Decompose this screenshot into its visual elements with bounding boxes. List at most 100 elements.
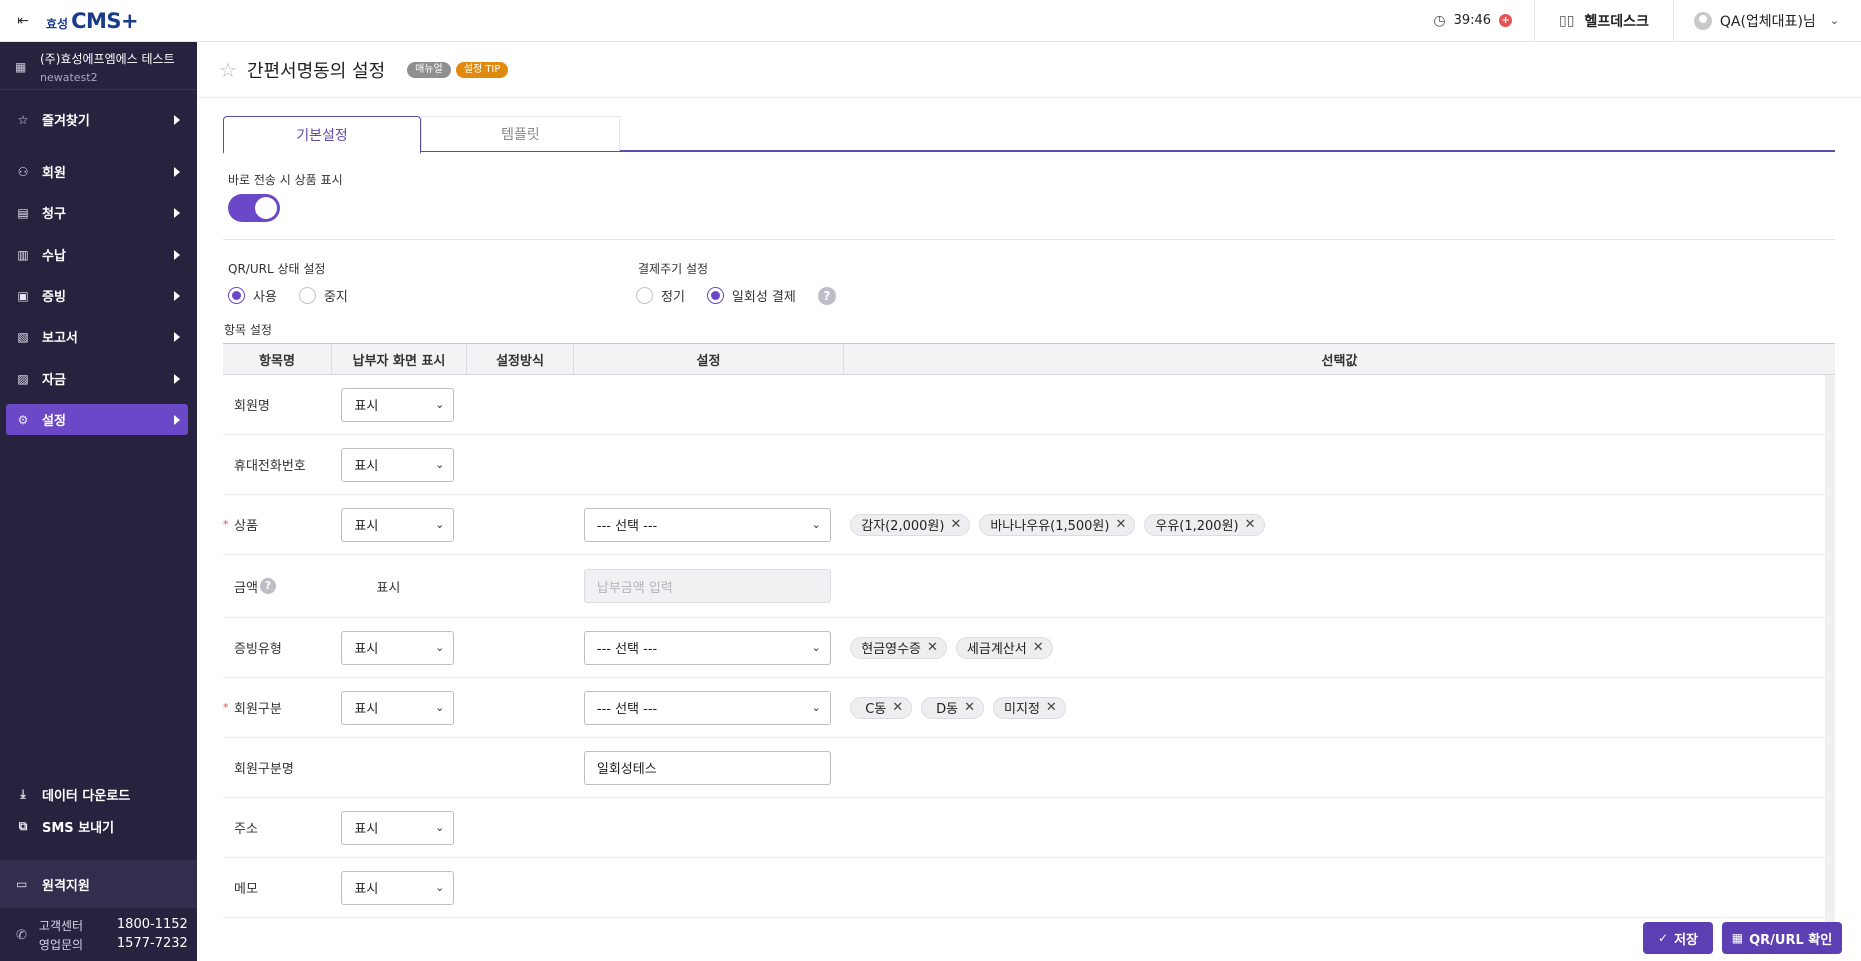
display-select[interactable]: 표시 ⌄ — [341, 630, 455, 665]
logo[interactable]: 효성 CMS+ — [46, 9, 139, 33]
display-select[interactable]: 표시 ⌄ — [341, 507, 455, 542]
company-name: (주)효성에프엠에스 테스트 — [40, 52, 175, 66]
value-tag: 감자(2,000원) ✕ — [850, 513, 971, 536]
row-name: 증빙유형 — [234, 642, 282, 657]
building-icon: ▦ — [15, 60, 27, 74]
data-download-link[interactable]: ⤓ 데이터 다운로드 — [6, 780, 188, 808]
table-row: 메모 표시 ⌄ — [223, 858, 1825, 918]
sidebar-item-settings[interactable]: ⚙ 설정 — [6, 404, 188, 435]
qr-status-stop-radio[interactable]: 중지 — [298, 286, 348, 305]
help-icon[interactable]: ? — [259, 578, 276, 594]
remove-icon[interactable]: ✕ — [950, 517, 961, 532]
tip-badge[interactable]: 설정 TIP — [455, 61, 509, 78]
table-row: 휴대전화번호 표시 ⌄ — [223, 435, 1825, 495]
tab-template[interactable]: 템플릿 — [421, 116, 620, 151]
chevron-down-icon: ⌄ — [811, 517, 821, 531]
display-static: 표시 — [376, 580, 401, 596]
remove-icon[interactable]: ✕ — [964, 700, 975, 715]
tab-basic-settings[interactable]: 기본설정 — [223, 116, 421, 154]
page-header: ☆ 간편서명동의 설정 매뉴얼 설정 TIP — [197, 42, 1861, 98]
company-selector[interactable]: ▦ (주)효성에프엠에스 테스트 newatest2 — [0, 42, 197, 90]
cycle-regular-radio[interactable]: 정기 — [636, 286, 685, 305]
remove-icon[interactable]: ✕ — [1115, 517, 1126, 532]
display-select[interactable]: 표시 ⌄ — [341, 870, 455, 905]
chevron-down-icon: ⌄ — [1829, 14, 1839, 27]
value-tag: 현금영수증 ✕ — [850, 636, 947, 659]
setting-select[interactable]: --- 선택 --- ⌄ — [583, 690, 831, 725]
download-icon: ⤓ — [20, 786, 26, 801]
sidebar-item-funds[interactable]: ▨ 자금 — [6, 363, 188, 394]
helpdesk-link[interactable]: ▯▯ 헬프데스크 — [1535, 0, 1674, 42]
row-name: 주소 — [234, 822, 258, 837]
contact-info: ✆ 고객센터 1800-1152 영업문의 1577-7232 — [16, 917, 188, 952]
remove-icon[interactable]: ✕ — [1033, 640, 1044, 655]
save-button[interactable]: ✓ 저장 — [1643, 922, 1713, 954]
required-mark: * — [223, 517, 229, 531]
qr-status-radio-group: 사용 중지 — [228, 286, 370, 305]
favorite-star-icon[interactable]: ☆ — [219, 58, 237, 82]
sidebar: ▦ (주)효성에프엠에스 테스트 newatest2 ☆ 즐겨찾기 ⚇ 회원 ▤… — [0, 42, 197, 961]
display-select[interactable]: 표시 ⌄ — [341, 387, 455, 422]
row-name: 회원명 — [234, 399, 270, 414]
sidebar-item-reports[interactable]: ▧ 보고서 — [6, 321, 188, 352]
qr-status-use-radio[interactable]: 사용 — [228, 286, 277, 305]
caret-right-icon — [174, 414, 180, 425]
member-group-name-input[interactable]: 일회성테스 — [583, 750, 831, 785]
table-row: 증빙유형 표시 ⌄ --- 선택 --- ⌄ 현금영수증 ✕ 세금계산서 ✕ — [223, 618, 1825, 678]
value-tag: 바나나우유(1,500원) ✕ — [979, 513, 1136, 536]
remove-icon[interactable]: ✕ — [892, 700, 903, 715]
remove-icon[interactable]: ✕ — [927, 640, 938, 655]
sms-icon: ⧉ — [18, 818, 28, 833]
caret-right-icon — [174, 249, 180, 260]
history-icon: ◷ — [1433, 12, 1446, 29]
qr-url-check-button[interactable]: ▦ QR/URL 확인 — [1722, 922, 1842, 954]
chevron-down-icon: ⌄ — [811, 700, 821, 714]
table-row: 회원구분명 일회성테스 — [223, 738, 1825, 798]
row-name: 회원구분 — [234, 702, 282, 717]
bill-icon: ▤ — [17, 205, 29, 220]
chevron-down-icon: ⌄ — [435, 457, 445, 471]
report-icon: ▧ — [17, 329, 29, 344]
row-name: 금액 — [234, 580, 258, 596]
display-select[interactable]: 표시 ⌄ — [341, 447, 455, 482]
qr-icon: ▦ — [1731, 931, 1744, 945]
collapse-menu-icon[interactable]: ⇤ — [0, 0, 46, 42]
required-mark: * — [223, 700, 229, 714]
table-row: 주소 표시 ⌄ — [223, 798, 1825, 858]
sidebar-item-billing[interactable]: ▤ 청구 — [6, 197, 188, 228]
star-icon: ☆ — [17, 112, 29, 127]
row-name: 상품 — [234, 519, 258, 534]
help-icon[interactable]: ? — [817, 286, 836, 305]
extend-session-button[interactable]: + — [1499, 14, 1513, 27]
sidebar-item-members[interactable]: ⚇ 회원 — [6, 156, 188, 187]
remove-icon[interactable]: ✕ — [1245, 517, 1256, 532]
value-tag: C동 ✕ — [850, 696, 913, 719]
manual-badge[interactable]: 매뉴얼 — [407, 61, 451, 78]
gear-icon: ⚙ — [17, 412, 29, 427]
display-select[interactable]: 표시 ⌄ — [341, 690, 455, 725]
sidebar-item-proof[interactable]: ▣ 증빙 — [6, 280, 188, 311]
payment-cycle-label: 결제주기 설정 — [638, 262, 709, 276]
sidebar-item-favorites[interactable]: ☆ 즐겨찾기 — [6, 104, 188, 135]
sidebar-item-collection[interactable]: ▥ 수납 — [6, 239, 188, 270]
session-time: 39:46 — [1453, 13, 1492, 28]
calculator-icon: ▥ — [17, 247, 29, 262]
items-setting-label: 항목 설정 — [224, 323, 272, 337]
table-row: * 상품 표시 ⌄ --- 선택 --- ⌄ 감자(2,000원) ✕ 바나나우유(1,… — [223, 495, 1825, 555]
cycle-onetime-radio[interactable]: 일회성 결제 — [706, 286, 796, 305]
remove-icon[interactable]: ✕ — [1046, 700, 1057, 715]
product-display-toggle[interactable] — [228, 194, 280, 222]
display-select[interactable]: 표시 ⌄ — [341, 810, 455, 845]
send-sms-link[interactable]: ⧉ SMS 보내기 — [6, 812, 188, 840]
divider — [223, 239, 1835, 240]
setting-select[interactable]: --- 선택 --- ⌄ — [583, 507, 831, 542]
remote-support-link[interactable]: ▭ 원격지원 — [0, 860, 197, 908]
amount-input[interactable]: 납부금액 입력 — [583, 569, 831, 603]
remote-icon: ▭ — [16, 877, 28, 891]
caret-right-icon — [174, 331, 180, 342]
user-menu[interactable]: QA(업체대표)님 ⌄ — [1674, 11, 1861, 31]
items-table: 항목명 납부자 화면 표시 설정방식 설정 선택값 회원명 표시 ⌄ 휴대전화번호… — [223, 343, 1835, 923]
row-name: 휴대전화번호 — [234, 459, 306, 474]
avatar — [1693, 11, 1712, 30]
setting-select[interactable]: --- 선택 --- ⌄ — [583, 630, 831, 665]
